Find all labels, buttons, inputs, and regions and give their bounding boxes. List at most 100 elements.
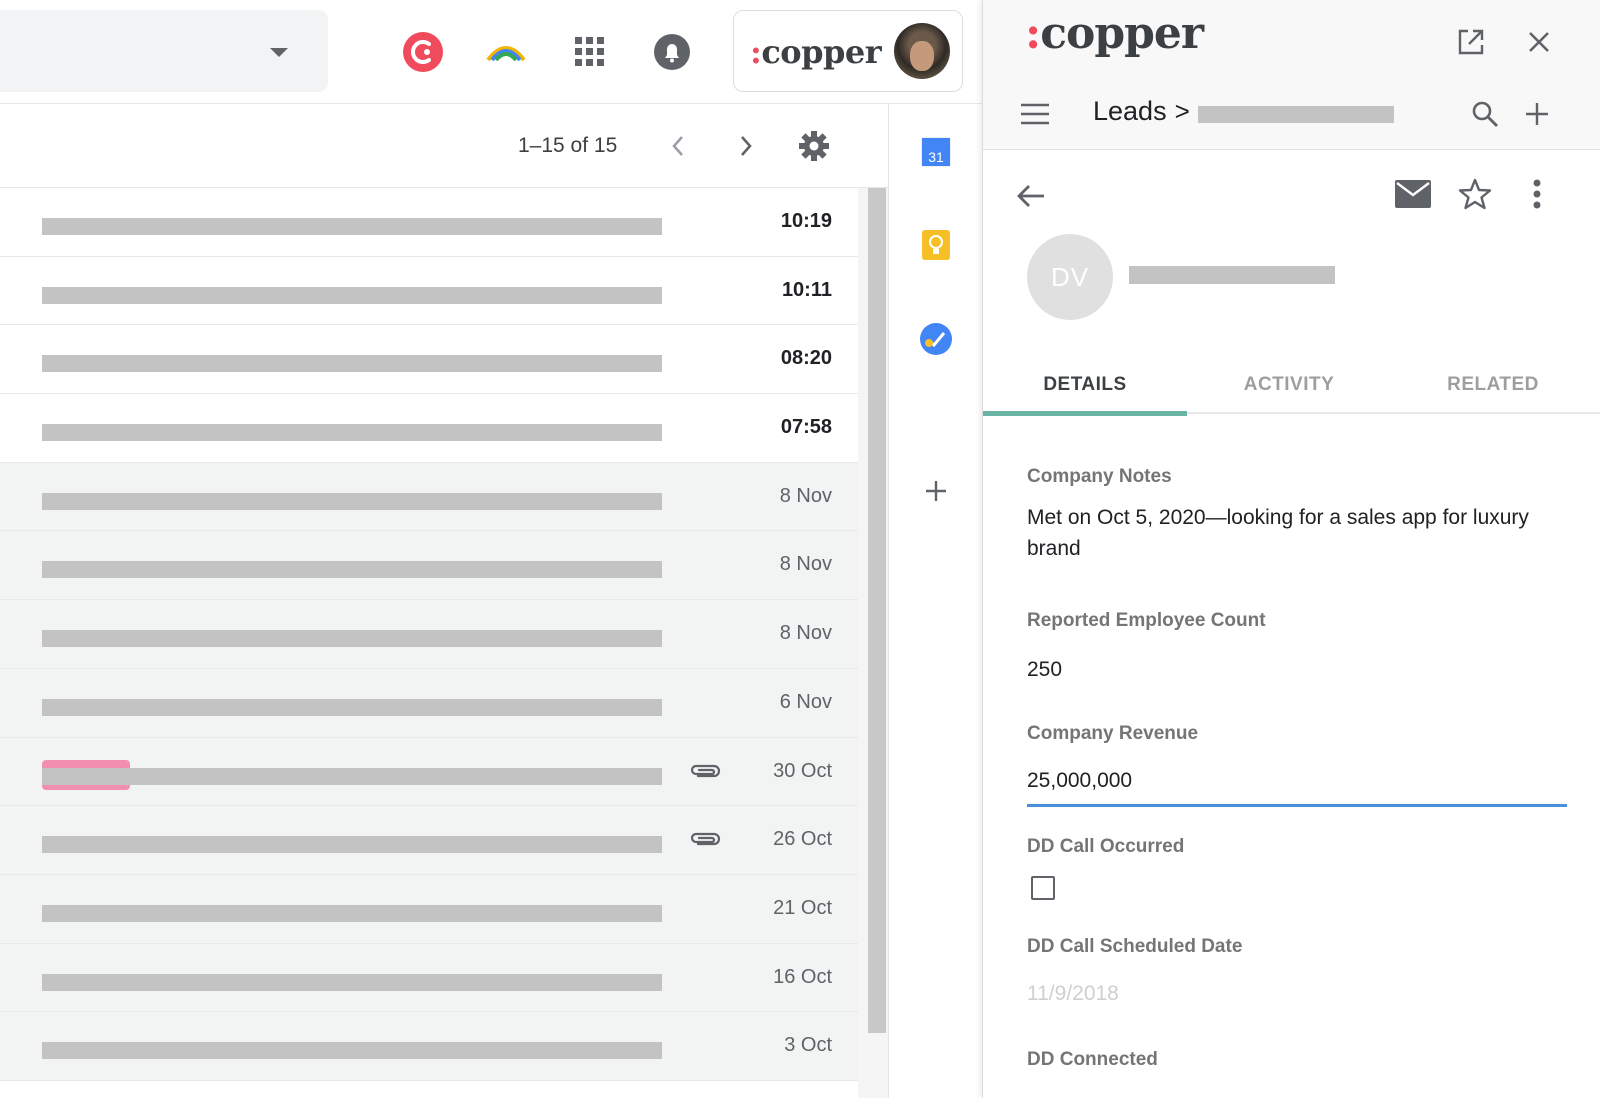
add-plus-icon[interactable]: [1517, 94, 1557, 134]
email-row[interactable]: 3 Oct: [0, 1012, 858, 1081]
keep-icon[interactable]: [919, 228, 953, 262]
calendar-day: 31: [928, 149, 944, 165]
screen: :copper 1–15 of 15 10:19 10:11 08:20 07:…: [0, 0, 1600, 1098]
apps-grid-icon[interactable]: [566, 28, 614, 76]
list-toolbar: 1–15 of 15: [0, 104, 888, 188]
dd-call-scheduled-input[interactable]: 11/9/2018: [1027, 978, 1567, 1009]
company-revenue-field: Company Revenue 25,000,000: [1027, 723, 1567, 807]
company-revenue-label: Company Revenue: [1027, 723, 1199, 744]
email-subject-redacted: [42, 630, 662, 648]
gmail-inbox: :copper 1–15 of 15 10:19 10:11 08:20 07:…: [0, 0, 982, 1098]
breadcrumb: Leads >: [1093, 96, 1394, 127]
dd-call-scheduled-field: DD Call Scheduled Date 11/9/2018: [1027, 936, 1567, 1009]
email-subject-redacted: [42, 904, 662, 922]
hamburger-menu-icon[interactable]: [1015, 94, 1055, 134]
email-envelope-icon[interactable]: [1391, 174, 1435, 214]
dd-call-occurred-checkbox[interactable]: [1031, 876, 1055, 900]
company-notes-value[interactable]: Met on Oct 5, 2020—looking for a sales a…: [1027, 502, 1567, 564]
email-date: 3 Oct: [784, 1034, 832, 1057]
email-subject-redacted: [42, 355, 662, 373]
email-subject-redacted: [42, 698, 662, 716]
email-row[interactable]: 8 Nov: [0, 600, 858, 669]
more-options-icon[interactable]: [1517, 174, 1557, 214]
email-subject-redacted: [42, 561, 662, 579]
dd-connected-label: DD Connected: [1027, 1049, 1158, 1070]
open-external-icon[interactable]: [1449, 20, 1493, 64]
copper-account-badge[interactable]: :copper: [733, 10, 963, 92]
email-row[interactable]: 21 Oct: [0, 874, 858, 944]
lead-detail: DV DETAILS ACTIVITY RELATED Company Note…: [983, 150, 1600, 1098]
copper-extension-icon[interactable]: [399, 28, 447, 76]
email-date: 26 Oct: [773, 828, 832, 851]
email-subject-redacted: [42, 836, 662, 854]
lead-avatar: DV: [1027, 234, 1113, 320]
email-date: 8 Nov: [779, 622, 832, 645]
email-subject-redacted: [42, 424, 662, 442]
company-revenue-input[interactable]: 25,000,000: [1027, 765, 1567, 807]
add-app-plus-icon[interactable]: [919, 474, 953, 508]
star-icon[interactable]: [1453, 174, 1497, 214]
employee-count-label: Reported Employee Count: [1027, 610, 1266, 631]
dd-call-occurred-label: DD Call Occurred: [1027, 836, 1185, 857]
breadcrumb-leads[interactable]: Leads: [1093, 96, 1167, 127]
scrollbar-thumb[interactable]: [868, 188, 886, 1033]
calendar-icon[interactable]: 31: [919, 134, 953, 168]
lead-name-redacted: [1129, 266, 1335, 284]
attachment-paperclip-icon: [688, 760, 722, 782]
previous-page-chevron-icon[interactable]: [660, 128, 696, 164]
tab-related[interactable]: RELATED: [1391, 356, 1595, 414]
email-row[interactable]: 10:19: [0, 188, 858, 257]
pagination-count: 1–15 of 15: [518, 134, 618, 157]
email-date: 30 Oct: [773, 759, 832, 782]
settings-gear-icon[interactable]: [796, 128, 832, 164]
tasks-icon[interactable]: [919, 322, 953, 356]
email-date: 08:20: [780, 347, 832, 370]
email-subject-redacted: [42, 218, 662, 235]
gmail-topbar: :copper: [0, 0, 982, 104]
email-date: 10:11: [781, 278, 832, 301]
back-arrow-icon[interactable]: [1011, 176, 1051, 216]
attachment-paperclip-icon: [688, 828, 722, 850]
email-list: 10:19 10:11 08:20 07:58 8 Nov 8 Nov 8 Nov 6 Nov…: [0, 188, 858, 1081]
email-row[interactable]: 6 Nov: [0, 668, 858, 738]
detail-tabs: DETAILS ACTIVITY RELATED: [983, 356, 1600, 416]
email-subject-redacted: [42, 492, 662, 510]
email-row[interactable]: 8 Nov: [0, 462, 858, 532]
dd-connected-field: DD Connected: [1027, 1049, 1567, 1071]
email-date: 07:58: [780, 416, 832, 439]
rainbow-extension-icon[interactable]: [482, 28, 530, 76]
user-avatar[interactable]: [894, 23, 950, 79]
email-row[interactable]: 26 Oct: [0, 806, 858, 875]
caret-down-icon[interactable]: [270, 48, 288, 57]
tab-details[interactable]: DETAILS: [983, 356, 1187, 416]
email-row[interactable]: 10:11: [0, 256, 858, 326]
search-icon[interactable]: [1465, 94, 1505, 134]
email-row[interactable]: 07:58: [0, 394, 858, 463]
email-date: 6 Nov: [779, 690, 832, 713]
search-options-dropdown[interactable]: [0, 10, 328, 92]
breadcrumb-separator: >: [1174, 96, 1190, 126]
close-icon[interactable]: [1517, 20, 1561, 64]
email-date: 21 Oct: [773, 896, 832, 919]
next-page-chevron-icon[interactable]: [728, 128, 764, 164]
email-row[interactable]: 30 Oct: [0, 737, 858, 807]
copper-logo: :copper: [750, 33, 882, 71]
email-row[interactable]: 8 Nov: [0, 531, 858, 601]
email-date: 10:19: [780, 210, 832, 232]
email-subject-redacted: [42, 1042, 662, 1060]
dd-call-scheduled-label: DD Call Scheduled Date: [1027, 936, 1243, 957]
breadcrumb-record-redacted: [1197, 106, 1394, 123]
copper-logo: :copper: [1025, 8, 1204, 59]
email-subject-redacted: [42, 767, 662, 785]
employee-count-value[interactable]: 250: [1027, 654, 1567, 685]
company-notes-label: Company Notes: [1027, 466, 1172, 487]
copper-sidebar: :copper Leads > DV DETAILS ACTIVITY RELA…: [982, 0, 1600, 1098]
email-date: 8 Nov: [779, 553, 832, 576]
tab-activity[interactable]: ACTIVITY: [1187, 356, 1391, 414]
email-date: 8 Nov: [779, 484, 832, 507]
copper-header: :copper Leads >: [983, 0, 1600, 150]
dd-call-occurred-field: DD Call Occurred: [1027, 836, 1567, 900]
email-row[interactable]: 16 Oct: [0, 943, 858, 1013]
email-row[interactable]: 08:20: [0, 325, 858, 395]
notifications-bell-icon[interactable]: [648, 28, 696, 76]
